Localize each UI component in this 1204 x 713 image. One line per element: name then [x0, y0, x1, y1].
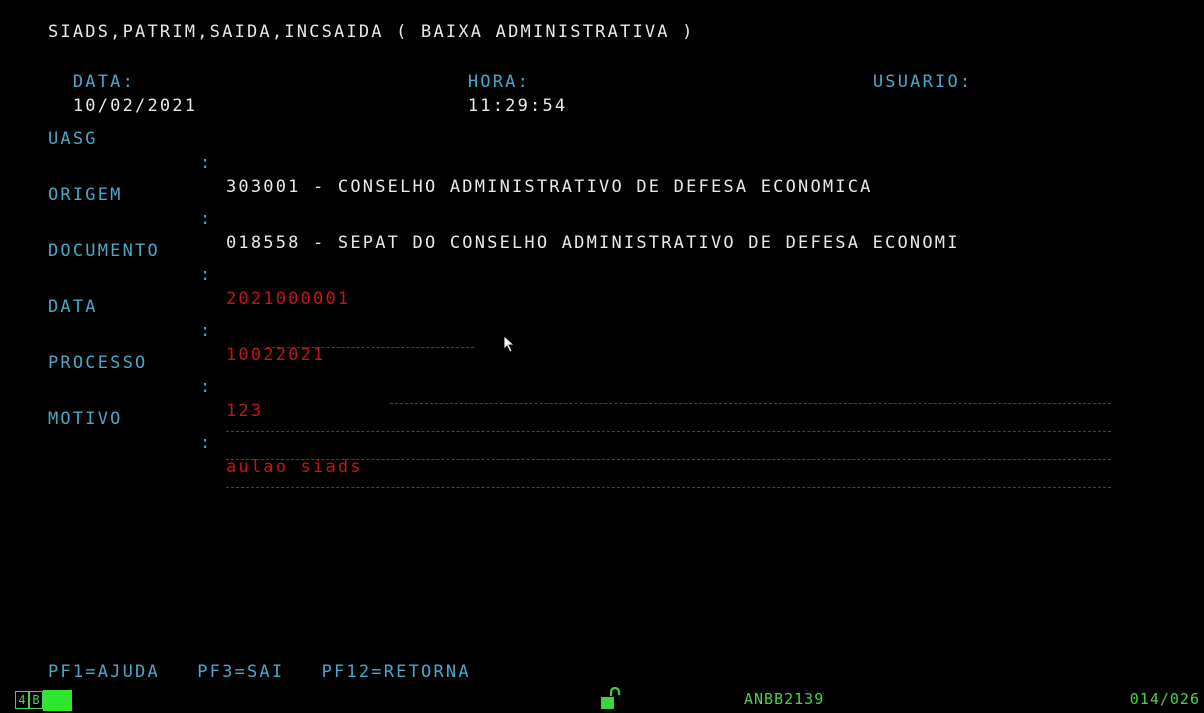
motivo-line-2-underline[interactable] [226, 431, 1111, 432]
session-letter: B [29, 691, 43, 709]
terminal-id: ANBB2139 [744, 690, 825, 708]
unlocked-padlock-icon [601, 687, 621, 709]
pf-keys-legend: PF1=AJUDA PF3=SAI PF12=RETORNA [48, 662, 471, 682]
data-row: DATA : 10022021 [0, 271, 1204, 365]
user-label: USUARIO: [872, 72, 973, 92]
session-indicator: 4 [15, 691, 29, 709]
motivo-colon: : [200, 433, 213, 453]
header-info-row: DATA: 10/02/2021 [48, 46, 197, 116]
uasg-label: UASG [48, 129, 98, 149]
motivo-label: MOTIVO [48, 409, 123, 429]
user-group: USUARIO: [848, 46, 972, 92]
screen-title: SIADS,PATRIM,SAIDA,INCSAIDA ( BAIXA ADMI… [48, 22, 695, 42]
keyboard-ready-indicator [43, 690, 72, 711]
cursor-position: 014/026 [1129, 690, 1200, 708]
origem-label: ORIGEM [48, 185, 123, 205]
processo-row: PROCESSO : 123 [0, 327, 1204, 421]
data-label: DATA [48, 297, 98, 317]
origem-row: ORIGEM : 018558 - SEPAT DO CONSELHO ADMI… [0, 159, 1204, 253]
motivo-line-3-underline[interactable] [226, 459, 1111, 460]
mouse-pointer-icon [503, 335, 516, 353]
date-label: DATA: [72, 72, 136, 92]
time-label: HORA: [467, 72, 531, 92]
uasg-row: UASG : 303001 - CONSELHO ADMINISTRATIVO … [0, 103, 1204, 197]
processo-input-underline[interactable] [267, 347, 474, 348]
motivo-line-1-underline[interactable] [390, 403, 1111, 404]
time-group: HORA: 11:29:54 [443, 46, 567, 116]
motivo-line-4-underline[interactable] [226, 487, 1111, 488]
documento-row: DOCUMENTO : 2021000001 [0, 215, 1204, 309]
processo-label: PROCESSO [48, 353, 148, 373]
documento-label: DOCUMENTO [48, 241, 160, 261]
